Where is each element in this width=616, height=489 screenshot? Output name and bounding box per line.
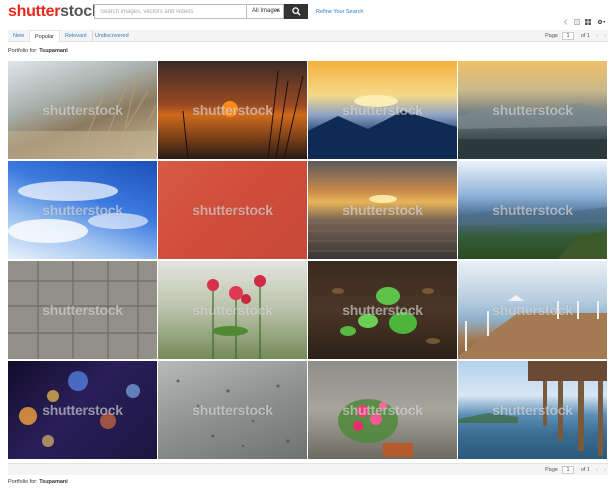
image-thumbnail[interactable]: shutterstock [8, 361, 157, 459]
page-total: of 1 [580, 467, 590, 473]
search-button[interactable] [284, 4, 308, 19]
image-thumbnail[interactable]: shutterstock [308, 161, 457, 259]
watermark: shutterstock [42, 202, 123, 218]
page-label: Page [545, 467, 558, 473]
image-thumbnail[interactable]: shutterstock [308, 361, 457, 459]
image-thumbnail[interactable]: shutterstock [158, 161, 307, 259]
list-view-icon[interactable] [574, 19, 580, 25]
back-icon[interactable] [563, 19, 569, 25]
page-total: of 1 [580, 33, 590, 39]
portfolio-footer: Portfolio for: Tsupamani [8, 479, 68, 485]
image-thumbnail[interactable]: shutterstock [8, 61, 157, 159]
next-page-button[interactable]: › [604, 30, 606, 42]
watermark: shutterstock [42, 302, 123, 318]
watermark: shutterstock [342, 302, 423, 318]
page-input[interactable]: 1 [562, 32, 574, 40]
image-thumbnail[interactable]: shutterstock [8, 161, 157, 259]
watermark: shutterstock [492, 302, 573, 318]
chevron-down-icon: ▼ [275, 8, 280, 14]
image-thumbnail[interactable]: shutterstock [458, 61, 607, 159]
portfolio-prefix: Portfolio for: [8, 479, 38, 485]
page-input[interactable]: 1 [562, 466, 574, 474]
logo-text-shutter: shutter [8, 3, 61, 20]
watermark: shutterstock [492, 202, 573, 218]
sort-tabs-bar: New Popular Relevant Undiscovered Page 1… [8, 30, 608, 43]
page-label: Page [545, 33, 558, 39]
bottom-pager: Page 1 of 1 ‹ › [488, 464, 608, 476]
watermark: shutterstock [192, 202, 273, 218]
image-thumbnail[interactable]: shutterstock [158, 361, 307, 459]
prev-page-button[interactable]: ‹ [596, 464, 598, 476]
prev-page-button[interactable]: ‹ [596, 30, 598, 42]
refine-search-link[interactable]: Refine Your Search [316, 9, 363, 15]
tab-undiscovered[interactable]: Undiscovered [90, 30, 134, 42]
image-thumbnail[interactable]: shutterstock [458, 361, 607, 459]
image-thumbnail[interactable]: shutterstock [458, 261, 607, 359]
portfolio-name[interactable]: Tsupamani [39, 48, 68, 54]
watermark: shutterstock [342, 402, 423, 418]
image-thumbnail[interactable]: shutterstock [308, 261, 457, 359]
tab-popular[interactable]: Popular [29, 30, 60, 43]
watermark: shutterstock [192, 102, 273, 118]
image-thumbnail[interactable]: shutterstock [158, 261, 307, 359]
next-page-button[interactable]: › [604, 464, 606, 476]
portfolio-name[interactable]: Tsupamani [39, 479, 68, 485]
portfolio-prefix: Portfolio for: [8, 48, 38, 54]
search-input[interactable] [94, 4, 246, 19]
watermark: shutterstock [42, 402, 123, 418]
watermark: shutterstock [342, 102, 423, 118]
view-toolbar [0, 19, 616, 29]
watermark: shutterstock [492, 102, 573, 118]
watermark: shutterstock [192, 402, 273, 418]
tab-new[interactable]: New [8, 30, 31, 42]
watermark: shutterstock [492, 402, 573, 418]
image-thumbnail[interactable]: shutterstock [8, 261, 157, 359]
top-pager: Page 1 of 1 ‹ › [488, 30, 608, 42]
search-type-select[interactable]: All Images ▼ [246, 4, 284, 19]
watermark: shutterstock [342, 202, 423, 218]
portfolio-heading: Portfolio for: Tsupamani [8, 48, 68, 54]
tab-relevant[interactable]: Relevant [60, 30, 93, 42]
grid-view-icon[interactable] [585, 19, 591, 25]
bottom-pager-bar: Page 1 of 1 ‹ › [8, 463, 608, 475]
image-thumbnail[interactable]: shutterstock [158, 61, 307, 159]
image-thumbnail[interactable]: shutterstock [308, 61, 457, 159]
settings-icon[interactable] [597, 19, 606, 25]
watermark: shutterstock [42, 102, 123, 118]
image-thumbnail[interactable]: shutterstock [458, 161, 607, 259]
watermark: shutterstock [192, 302, 273, 318]
search-icon [292, 7, 301, 16]
